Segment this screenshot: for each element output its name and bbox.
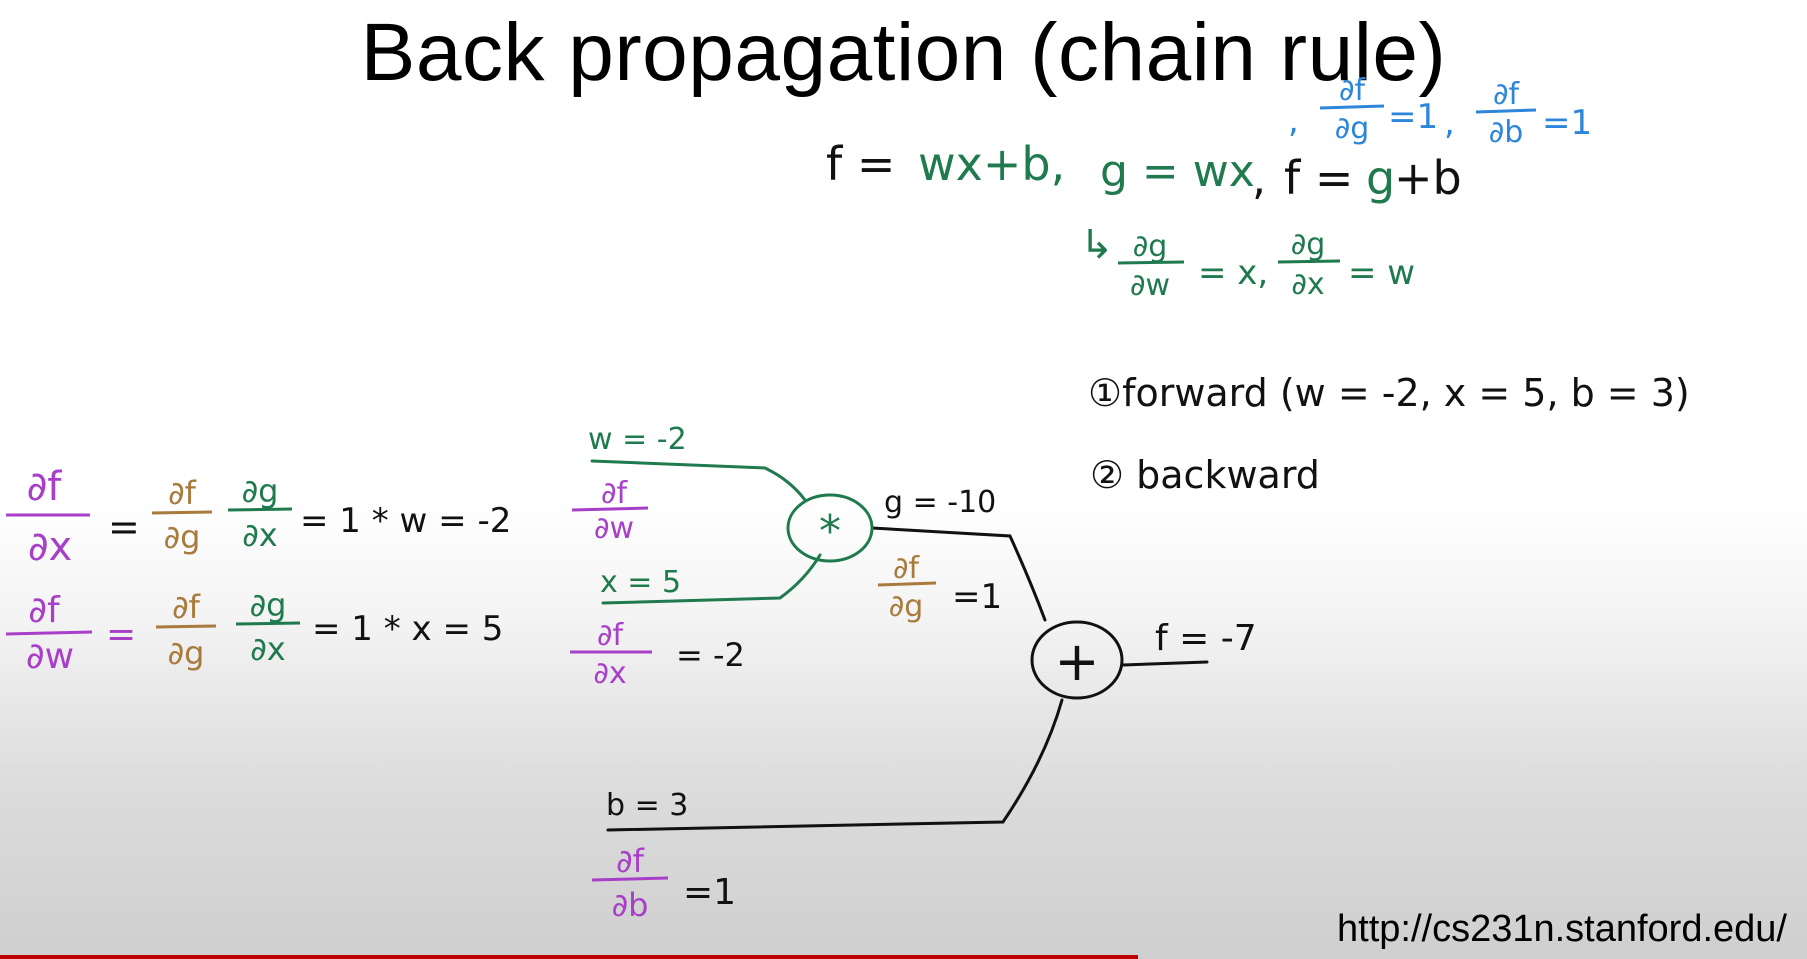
svg-text:∂b: ∂b: [612, 886, 649, 924]
green-dg-dx: ∂g ∂x = w: [1277, 227, 1415, 302]
svg-text:∂x: ∂x: [28, 524, 72, 570]
eq-g2: g: [1366, 151, 1395, 205]
grad-b-value: =1: [683, 872, 736, 913]
svg-text:∂g: ∂g: [168, 634, 205, 672]
eq-f-label: f =: [826, 137, 895, 191]
svg-text:∂f: ∂f: [1339, 73, 1367, 108]
svg-text:= 1 * w = -2: = 1 * w = -2: [300, 501, 511, 541]
svg-text:∂g: ∂g: [164, 518, 201, 556]
svg-text:∂f: ∂f: [172, 588, 201, 626]
step-forward: ①forward (w = -2, x = 5, b = 3): [1088, 371, 1690, 415]
svg-text:∂g: ∂g: [250, 586, 287, 624]
svg-text:=1: =1: [1542, 103, 1592, 143]
source-url[interactable]: http://cs231n.stanford.edu/: [1337, 908, 1787, 951]
grad-df-dx-graph: ∂f ∂x = -2: [570, 618, 745, 691]
add-operator: +: [1054, 630, 1099, 693]
eq-plus-b: +b: [1394, 151, 1462, 205]
hook-arrow: ↳: [1080, 222, 1114, 268]
svg-text:∂x: ∂x: [1291, 267, 1324, 302]
g-value-label: g = -10: [884, 485, 996, 520]
b-value-label: b = 3: [606, 788, 688, 823]
svg-text:=1: =1: [1388, 97, 1438, 137]
svg-text:∂w: ∂w: [594, 511, 634, 546]
svg-text:∂x: ∂x: [242, 516, 277, 554]
blue-df-db: ∂f ∂b =1: [1475, 77, 1592, 150]
chain-rule-dx: ∂f ∂x = ∂f ∂g ∂g ∂x = 1 * w = -2: [6, 464, 511, 570]
f-value-label: f = -7: [1155, 618, 1257, 659]
step-backward: ② backward: [1090, 453, 1320, 497]
svg-text:∂f: ∂f: [28, 590, 61, 631]
svg-text:∂x: ∂x: [593, 656, 626, 691]
svg-text:∂b: ∂b: [1489, 115, 1524, 150]
x-value-label: x = 5: [600, 565, 681, 600]
whiteboard-canvas: * + w = -2 x = 5 b = 3 g = -10 f = -7 ∂f…: [5, 73, 1690, 924]
video-progress-bar[interactable]: [0, 955, 1139, 959]
svg-text:∂g: ∂g: [1133, 229, 1168, 264]
svg-text:∂f: ∂f: [616, 842, 645, 880]
svg-text:∂f: ∂f: [27, 464, 63, 510]
blue-sep-comma: ,: [1444, 103, 1455, 143]
svg-text:∂x: ∂x: [250, 630, 285, 668]
eq-comma: ,: [1252, 154, 1266, 205]
svg-text:= 1 * x = 5: = 1 * x = 5: [312, 609, 503, 649]
svg-text:∂g: ∂g: [1291, 227, 1326, 262]
svg-text:∂f: ∂f: [597, 618, 625, 653]
eq-f2: f =: [1284, 151, 1353, 205]
svg-text:∂f: ∂f: [168, 474, 197, 512]
grad-g-value: =1: [952, 577, 1002, 617]
eq-g-def: g = wx: [1100, 146, 1255, 197]
grad-x-value: = -2: [676, 636, 745, 674]
chain-rule-dw: ∂f ∂w = ∂f ∂g ∂g ∂x = 1 * x = 5: [5, 586, 503, 677]
svg-text:∂f: ∂f: [1493, 77, 1521, 112]
svg-text:∂w: ∂w: [26, 636, 74, 677]
svg-text:∂g: ∂g: [242, 472, 279, 510]
blue-df-dg: ∂f ∂g =1: [1319, 73, 1438, 146]
svg-text:=: =: [108, 505, 140, 549]
wire-f-output: [1121, 660, 1209, 667]
green-dg-dw: ∂g ∂w = x,: [1117, 229, 1268, 303]
svg-text:∂f: ∂f: [893, 551, 921, 586]
svg-text:∂g: ∂g: [1335, 111, 1370, 146]
svg-text:=: =: [106, 614, 136, 655]
grad-df-dg-graph: ∂f ∂g =1: [877, 551, 1002, 624]
w-value-label: w = -2: [588, 422, 687, 457]
grad-df-dw-graph: ∂f ∂w: [571, 476, 649, 546]
svg-text:= x,: = x,: [1198, 253, 1268, 293]
svg-text:= w: = w: [1348, 253, 1415, 293]
grad-df-db-graph: ∂f ∂b =1: [591, 842, 736, 924]
blue-lead-comma: ,: [1288, 101, 1299, 141]
svg-text:∂w: ∂w: [1130, 268, 1170, 303]
svg-text:∂f: ∂f: [601, 476, 629, 511]
multiply-operator: *: [819, 506, 841, 557]
eq-wx-b: wx+b,: [918, 137, 1065, 191]
svg-text:∂g: ∂g: [889, 589, 924, 624]
